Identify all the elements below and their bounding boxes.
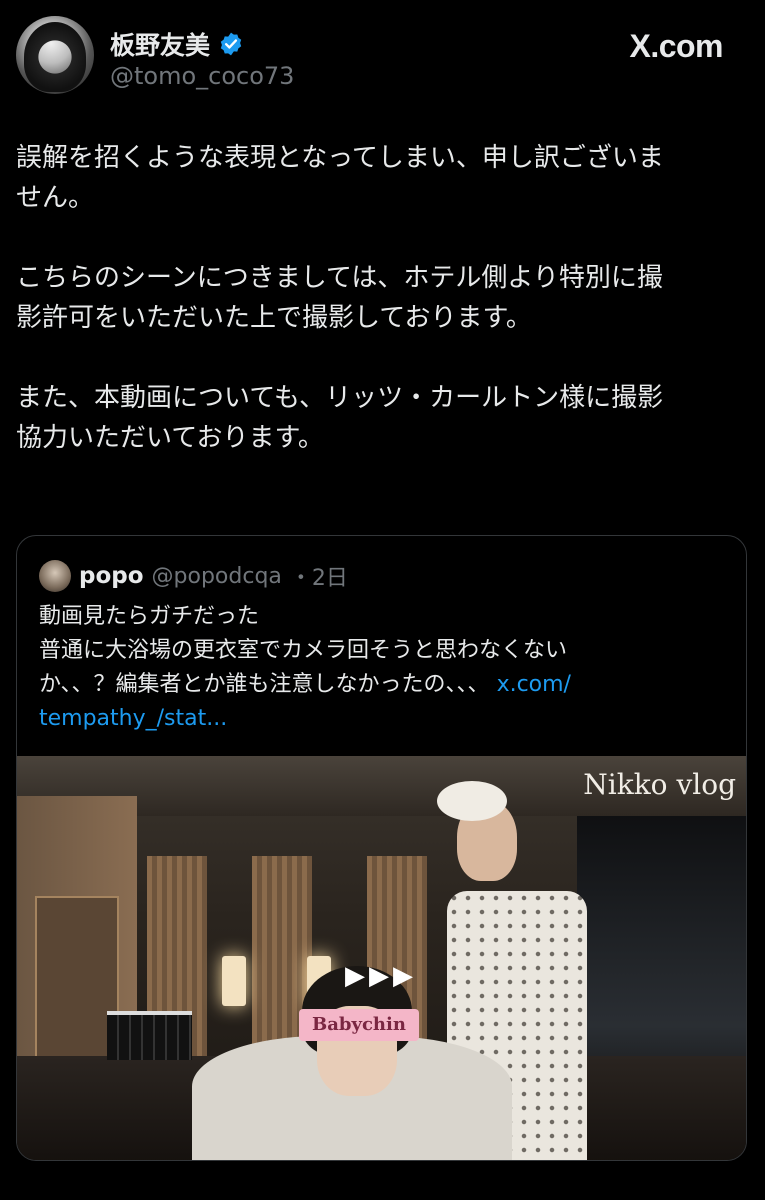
tweet-paragraph: また、本動画についても、リッツ・カールトン様に撮影 協力いただいております。 [16,383,664,453]
avatar[interactable] [16,16,94,94]
tweet-paragraph: こちらのシーンにつきましては、ホテル側より特別に撮 影許可をいただいた上で撮影し… [16,263,663,333]
video-child [192,966,512,1160]
quoted-handle[interactable]: @popodcqa [152,564,282,589]
video-thumbnail[interactable]: ▶▶▶ Babychin Nikko vlog [17,756,746,1160]
quoted-link-part1[interactable]: x.com/ [497,672,571,697]
tweet-text: 誤解を招くような表現となってしまい、申し訳ございま せん。 こちらのシーンにつき… [16,138,736,498]
x-logo-icon[interactable]: X.com [629,28,723,65]
quoted-text-body: 動画見たらガチだった 普通に大浴場の更衣室でカメラ回そうと思わなくない か、、？… [39,604,568,697]
quoted-tweet[interactable]: popo @popodcqa ・2日 動画見たらガチだった 普通に大浴場の更衣室… [16,535,747,1161]
video-bottles [107,1011,192,1060]
name-row: 板野友美 [110,26,244,62]
quoted-avatar[interactable] [39,560,71,592]
babychin-sticker: Babychin [299,1009,419,1041]
video-overlay-title: Nikko vlog [583,768,736,801]
handle[interactable]: @tomo_coco73 [110,62,294,90]
quoted-link-part2[interactable]: tempathy_/stat... [39,706,227,731]
quoted-timestamp[interactable]: ・2日 [290,560,348,592]
tweet-header: 板野友美 @tomo_coco73 X.com [16,16,749,96]
play-icon[interactable]: ▶▶▶ [345,961,417,991]
quoted-display-name[interactable]: popo [79,563,144,589]
display-name[interactable]: 板野友美 [110,26,210,62]
tweet-paragraph: 誤解を招くような表現となってしまい、申し訳ございま せん。 [16,143,664,213]
quoted-tweet-header: popo @popodcqa ・2日 [39,560,348,592]
verified-badge-icon [220,32,242,56]
quoted-text: 動画見たらガチだった 普通に大浴場の更衣室でカメラ回そうと思わなくない か、、？… [39,600,719,736]
